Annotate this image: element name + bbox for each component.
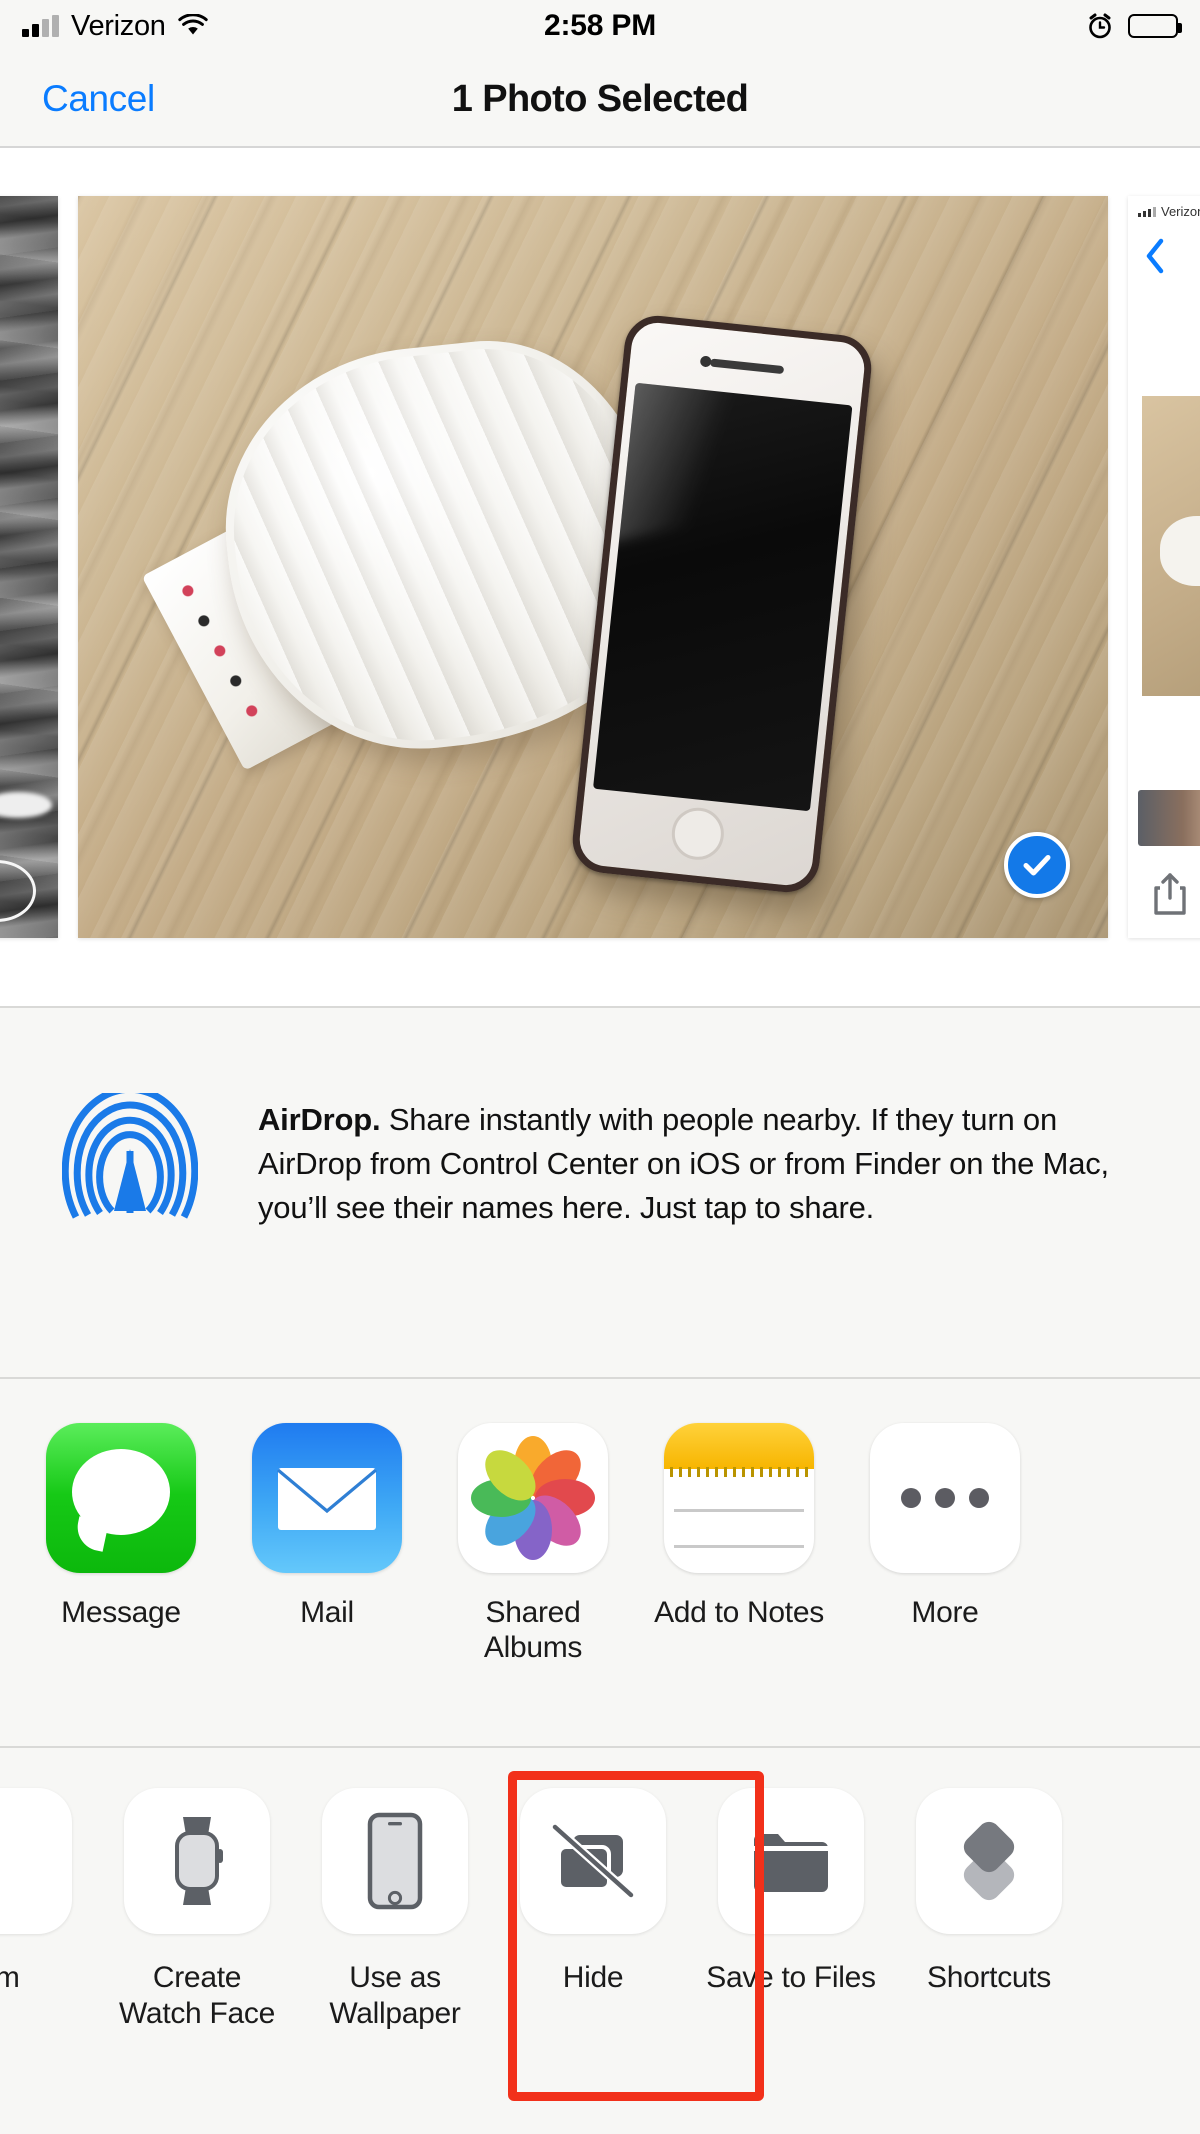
shortcuts-icon (916, 1788, 1062, 1934)
share-icon (1150, 871, 1190, 922)
back-chevron-icon (1142, 236, 1168, 281)
action-label: um (0, 1961, 20, 1994)
hide-photo-slash-icon (520, 1788, 666, 1934)
ios-share-sheet-screen: Verizon 2:58 PM Cancel 1 Photo Selected … (0, 0, 1200, 2134)
share-target-label: Mail (300, 1596, 354, 1629)
battery-icon (1128, 14, 1182, 38)
alarm-clock-icon (1086, 12, 1114, 40)
share-action-row: um Create Watch Face Use (0, 1748, 1200, 2134)
mini-carrier-label: Verizon (1161, 204, 1200, 219)
status-bar: Verizon 2:58 PM (0, 0, 1200, 52)
album-icon (0, 1788, 72, 1934)
share-target-message[interactable]: Message (36, 1423, 206, 1630)
share-target-label: Message (61, 1596, 181, 1629)
clock-label: 2:58 PM (544, 9, 656, 42)
action-use-as-wallpaper[interactable]: Use as Wallpaper (310, 1788, 480, 2032)
thumbnail-photo (1142, 396, 1200, 696)
airdrop-description: AirDrop. Share instantly with people nea… (258, 1098, 1128, 1230)
selected-photo[interactable] (78, 196, 1108, 938)
ellipsis-icon (870, 1423, 1020, 1573)
apple-watch-icon (124, 1788, 270, 1934)
thumbnail-status-bar: Verizon (1138, 204, 1200, 219)
share-target-shared-albums[interactable]: Shared Albums (448, 1423, 618, 1666)
previous-photo-image (0, 196, 58, 938)
checkmark-circle-icon[interactable] (1004, 832, 1070, 898)
action-label: Hide (562, 1961, 624, 1994)
messages-app-icon (46, 1423, 196, 1573)
page-title: 1 Photo Selected (451, 77, 749, 120)
share-target-mail[interactable]: Mail (242, 1423, 412, 1630)
next-photo-thumbnail[interactable]: Verizon (1128, 196, 1200, 938)
status-bar-right (1086, 12, 1182, 40)
action-label: Shortcuts (926, 1961, 1052, 1994)
mail-app-icon (252, 1423, 402, 1573)
previous-photo-thumbnail[interactable] (0, 196, 58, 938)
thumbnail-filmstrip (1138, 790, 1200, 846)
airdrop-icon (61, 1085, 199, 1229)
cancel-button[interactable]: Cancel (42, 78, 155, 120)
notes-app-icon (664, 1423, 814, 1573)
share-app-row: Message Mail Shared Albums Add to Notes … (0, 1379, 1200, 1746)
airdrop-section[interactable]: AirDrop. Share instantly with people nea… (0, 1008, 1200, 1377)
action-create-watch-face[interactable]: Create Watch Face (112, 1788, 282, 2032)
airdrop-bold-label: AirDrop. (258, 1102, 381, 1137)
action-add-to-album[interactable]: um (0, 1788, 84, 1996)
action-save-to-files[interactable]: Save to Files (706, 1788, 876, 1996)
share-target-label: Add to Notes (654, 1596, 824, 1629)
action-shortcuts[interactable]: Shortcuts (904, 1788, 1074, 1996)
iphone-icon (322, 1788, 468, 1934)
photo-preview-strip[interactable]: Verizon (0, 148, 1200, 1006)
folder-icon (718, 1788, 864, 1934)
mini-cellular-bars-icon (1138, 206, 1156, 217)
share-target-label: More (911, 1596, 979, 1629)
navigation-bar: Cancel 1 Photo Selected (0, 52, 1200, 146)
share-target-label: Shared Albums (483, 1596, 583, 1665)
action-hide[interactable]: Hide (508, 1788, 678, 1996)
action-label: Create Watch Face (119, 1961, 275, 2030)
share-target-more[interactable]: More (860, 1423, 1030, 1630)
action-label: Use as Wallpaper (329, 1961, 461, 2030)
photos-app-icon (458, 1423, 608, 1573)
action-label: Save to Files (706, 1961, 876, 1994)
share-target-add-to-notes[interactable]: Add to Notes (654, 1423, 824, 1630)
airdrop-body-text: Share instantly with people nearby. If t… (258, 1102, 1109, 1226)
